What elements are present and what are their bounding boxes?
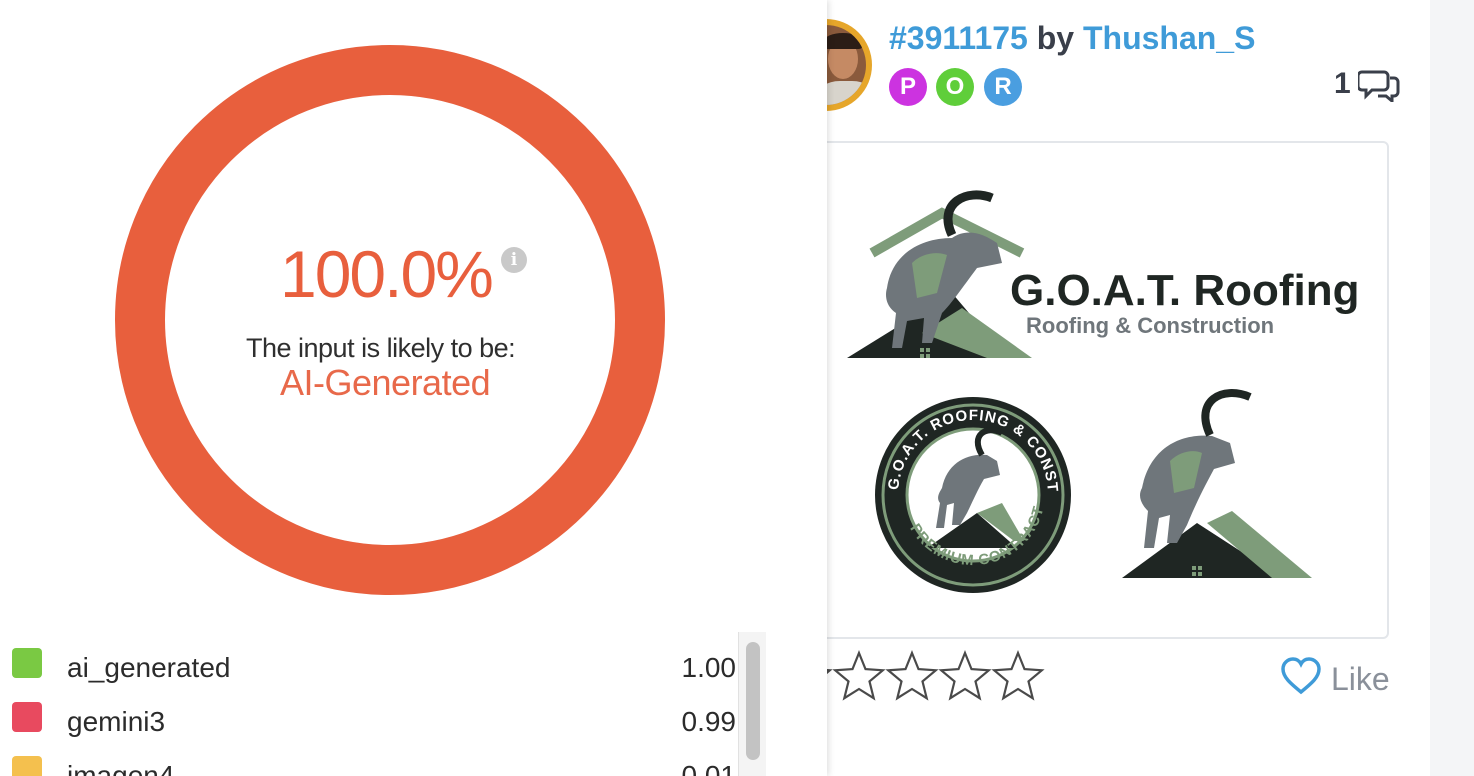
rating-star-3[interactable]: [884, 648, 940, 704]
rating-star-4[interactable]: [937, 648, 993, 704]
legend-swatch: [12, 702, 42, 732]
comments-icon[interactable]: [1358, 66, 1402, 102]
author-link[interactable]: Thushan_S: [1083, 20, 1255, 56]
design-artwork: G.O.A.T. Roofing Roofing & Construction: [796, 130, 1360, 593]
entry-id-link[interactable]: #3911175: [889, 20, 1028, 56]
heart-icon: [1281, 657, 1321, 695]
page-gutter: [1430, 0, 1474, 776]
goat-icon-logo: [1122, 389, 1312, 578]
like-label: Like: [1331, 661, 1390, 697]
score-value: 100.0%: [280, 237, 494, 311]
design-image[interactable]: G.O.A.T. Roofing Roofing & Construction: [796, 130, 1389, 639]
badge-o[interactable]: O: [936, 68, 974, 106]
rating-star-5[interactable]: [990, 648, 1046, 704]
legend-name: imagen4: [67, 760, 175, 776]
legend-row: ai_generated 1.00: [0, 640, 740, 683]
detection-panel: 100.0% i The input is likely to be: AI-G…: [0, 0, 827, 776]
rating-star-2[interactable]: [831, 648, 887, 704]
entry-title: #3911175 by Thushan_S: [889, 20, 1255, 57]
badge-r[interactable]: R: [984, 68, 1022, 106]
like-button[interactable]: Like: [1280, 653, 1396, 703]
legend-swatch: [12, 756, 42, 776]
legend-value: 0.99: [681, 706, 737, 737]
legend-name: ai_generated: [67, 652, 231, 683]
score-donut: [115, 45, 665, 595]
info-icon[interactable]: i: [501, 247, 527, 273]
brand-name: G.O.A.T. Roofing: [1010, 266, 1360, 315]
badge-p[interactable]: P: [889, 68, 927, 106]
legend-value: 0.01: [681, 760, 737, 776]
likely-label: The input is likely to be:: [246, 333, 516, 363]
horizontal-logo: G.O.A.T. Roofing Roofing & Construction: [847, 190, 1360, 358]
class-legend: ai_generated 1.00 gemini3 0.99 imagen4 0…: [0, 630, 760, 776]
legend-row: imagen4 0.01: [0, 748, 740, 776]
legend-scrollbar-thumb[interactable]: [746, 642, 760, 760]
legend-row: gemini3 0.99: [0, 694, 740, 737]
verdict-label: AI-Generated: [280, 362, 491, 403]
page: #3911175 by Thushan_S P O R 1 G.O.A.T. R…: [0, 0, 1474, 776]
entry-by-text: by: [1036, 20, 1075, 56]
brand-tagline: Roofing & Construction: [1026, 313, 1274, 338]
legend-value: 1.00: [681, 652, 737, 683]
comment-count[interactable]: 1: [1334, 67, 1351, 101]
legend-swatch: [12, 648, 42, 678]
legend-name: gemini3: [67, 706, 166, 737]
